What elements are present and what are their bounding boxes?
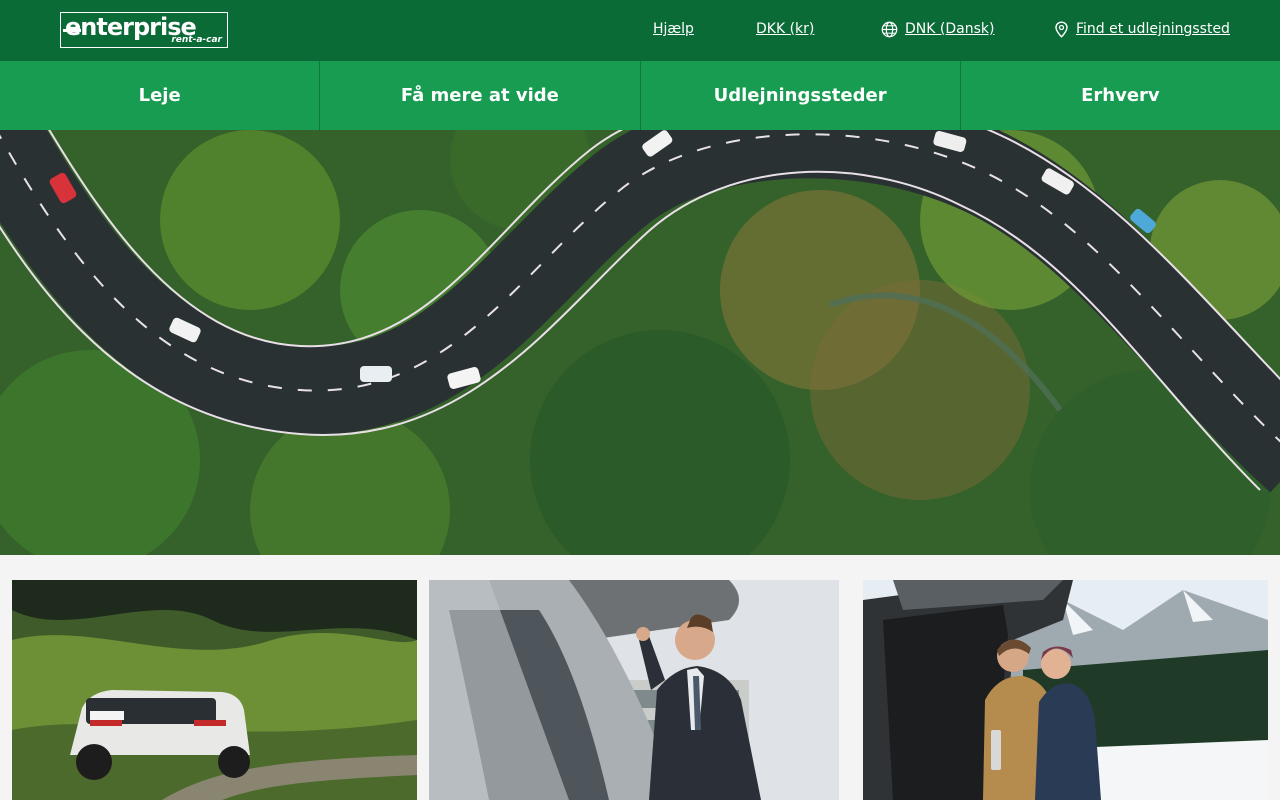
nav-item-leje[interactable]: Leje [0, 61, 319, 130]
nav-item-label: Leje [138, 85, 181, 106]
hero-image [0, 130, 1280, 555]
find-location-link[interactable]: Find et udlejningssted [1076, 20, 1230, 38]
card-image-businessman[interactable] [429, 580, 839, 800]
enterprise-logo[interactable]: enterprise rent-a-car [60, 12, 228, 48]
card-image-couple[interactable] [863, 580, 1268, 800]
globe-icon [881, 21, 898, 38]
logo-tagline: rent-a-car [171, 35, 222, 45]
card-image-suv[interactable] [12, 580, 417, 800]
nav-item-label: Udlejningssteder [713, 85, 887, 106]
location-pin-icon [1054, 21, 1071, 38]
help-link[interactable]: Hjælp [653, 20, 694, 38]
top-utility-bar: enterprise rent-a-car Hjælp DKK (kr) DNK… [0, 0, 1280, 61]
main-navigation: Leje Få mere at vide Udlejningssteder Er… [0, 61, 1280, 130]
nav-item-label: Erhverv [1081, 85, 1160, 106]
language-selector[interactable]: DNK (Dansk) [905, 20, 994, 38]
nav-item-learn-more[interactable]: Få mere at vide [319, 61, 639, 130]
nav-item-label: Få mere at vide [400, 85, 559, 106]
nav-item-business[interactable]: Erhverv [959, 61, 1280, 130]
currency-selector[interactable]: DKK (kr) [756, 20, 814, 38]
nav-item-locations[interactable]: Udlejningssteder [639, 61, 960, 130]
